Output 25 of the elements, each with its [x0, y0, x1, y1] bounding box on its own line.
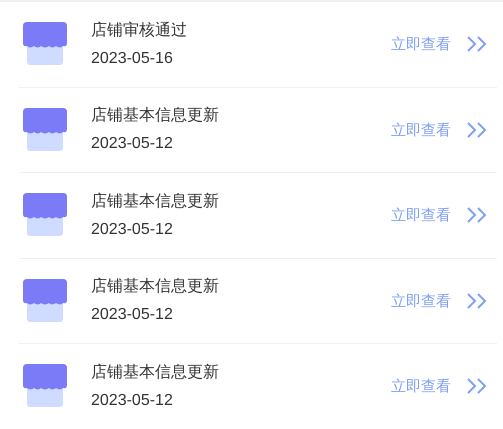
notice-title: 店铺基本信息更新 — [91, 276, 219, 296]
notice-date: 2023-05-12 — [91, 390, 173, 411]
notice-title: 店铺基本信息更新 — [91, 190, 219, 211]
view-link[interactable]: 立即查看 — [391, 204, 451, 226]
notice-date: 2023-05-12 — [91, 134, 173, 154]
double-chevron-icon — [467, 36, 487, 52]
notice-title: 店铺基本信息更新 — [91, 105, 219, 126]
double-chevron-icon — [467, 292, 487, 309]
view-link[interactable]: 立即查看 — [391, 118, 451, 141]
notice-title: 店铺审核通过 — [91, 20, 187, 40]
view-link[interactable]: 立即查看 — [391, 33, 451, 56]
view-link[interactable]: 立即查看 — [391, 290, 451, 312]
store-icon — [23, 193, 67, 238]
store-icon — [23, 22, 67, 66]
notice-date: 2023-05-12 — [91, 305, 173, 326]
double-chevron-icon — [467, 207, 487, 224]
double-chevron-icon — [467, 122, 487, 138]
notice-title: 店铺基本信息更新 — [91, 362, 219, 382]
notice-date: 2023-05-16 — [91, 48, 173, 69]
store-icon — [23, 108, 67, 152]
view-link[interactable]: 立即查看 — [391, 375, 451, 398]
double-chevron-icon — [467, 378, 487, 394]
notice-date: 2023-05-12 — [91, 220, 173, 240]
store-icon — [23, 278, 67, 323]
store-icon — [23, 364, 67, 408]
